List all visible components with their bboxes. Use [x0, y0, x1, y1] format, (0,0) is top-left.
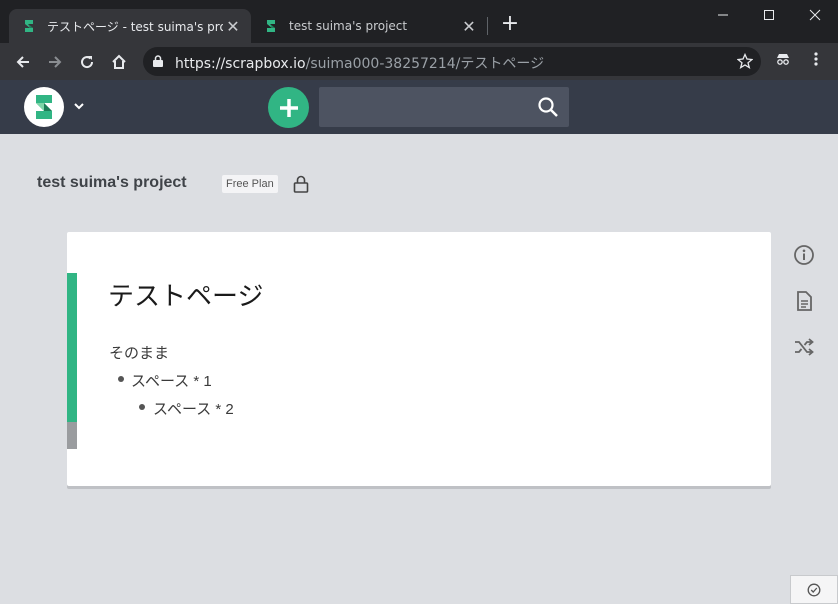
- new-tab-button[interactable]: +: [498, 13, 522, 37]
- text-line[interactable]: そのまま: [109, 342, 169, 363]
- line-indicator: [67, 422, 77, 449]
- page-title[interactable]: テストページ: [108, 276, 263, 313]
- tab-title: テストページ - test suima's project: [47, 19, 223, 34]
- cursor-line-indicator: [67, 273, 77, 422]
- url-text: https://scrapbox.io/suima000-38257214/テス…: [175, 53, 544, 73]
- menu-kebab-icon[interactable]: [812, 51, 820, 67]
- reload-icon[interactable]: [73, 48, 101, 76]
- tab-close-icon[interactable]: ✕: [223, 17, 243, 36]
- bullet-dot: [118, 376, 124, 382]
- forward-arrow-icon[interactable]: [41, 48, 69, 76]
- scrapbox-favicon-icon: [267, 20, 275, 32]
- plus-icon: [279, 98, 298, 117]
- scrapbox-logo-icon[interactable]: [24, 87, 64, 127]
- status-indicator[interactable]: [790, 575, 838, 604]
- incognito-icon[interactable]: [775, 51, 791, 67]
- text-line[interactable]: スペース * 1: [131, 370, 212, 391]
- tab-close-icon[interactable]: ✕: [459, 17, 479, 36]
- page-card[interactable]: テストページ そのまま スペース * 1 スペース * 2: [67, 232, 771, 486]
- chevron-down-icon[interactable]: [72, 99, 86, 113]
- app-header: [0, 80, 838, 134]
- tab-separator: [487, 17, 488, 35]
- text-line[interactable]: スペース * 2: [153, 398, 234, 419]
- document-icon[interactable]: [793, 290, 815, 312]
- lock-icon: [153, 55, 163, 67]
- back-arrow-icon[interactable]: [9, 48, 37, 76]
- address-bar[interactable]: https://scrapbox.io/suima000-38257214/テス…: [143, 47, 761, 76]
- search-icon[interactable]: [537, 96, 559, 118]
- url-host: https://scrapbox.io: [175, 56, 306, 72]
- info-icon[interactable]: [793, 244, 815, 266]
- shuffle-icon[interactable]: [793, 336, 815, 358]
- tab-inactive[interactable]: test suima's project ✕: [251, 9, 487, 43]
- check-circle-icon: [807, 583, 821, 596]
- search-input[interactable]: [319, 87, 569, 127]
- scrapbox-favicon-icon: [25, 20, 33, 32]
- new-page-button[interactable]: [268, 87, 309, 128]
- browser-toolbar: https://scrapbox.io/suima000-38257214/テス…: [0, 43, 838, 80]
- bullet-dot: [139, 404, 145, 410]
- bookmark-star-icon[interactable]: [737, 53, 753, 69]
- maximize-icon[interactable]: [746, 0, 792, 30]
- tab-title: test suima's project: [289, 19, 408, 33]
- window-close-icon[interactable]: [792, 0, 838, 30]
- plan-badge: Free Plan: [222, 175, 278, 193]
- url-path: /suima000-38257214/テストページ: [305, 56, 545, 72]
- tab-active[interactable]: テストページ - test suima's project ✕: [9, 9, 251, 43]
- minimize-icon[interactable]: [700, 0, 746, 30]
- browser-titlebar: テストページ - test suima's project ✕ test sui…: [0, 0, 838, 43]
- home-icon[interactable]: [105, 48, 133, 76]
- lock-icon: [293, 175, 309, 193]
- project-title[interactable]: test suima's project: [37, 174, 187, 192]
